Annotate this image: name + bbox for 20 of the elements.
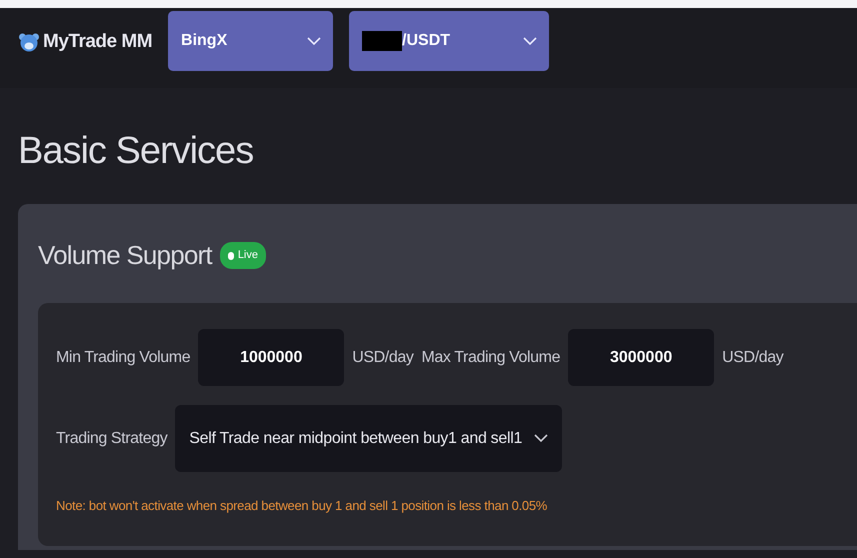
chevron-icon [534, 434, 548, 443]
unit-label: USD/day [722, 348, 784, 368]
logo-icon [18, 31, 40, 53]
card-title: Volume Support [38, 239, 212, 272]
field-label: Trading Strategy [56, 428, 168, 448]
chevron-icon [307, 36, 322, 46]
strategy-select[interactable]: Self Trade near midpoint between buy1 and sell1 [175, 405, 562, 472]
volume-input[interactable]: 1000000 [198, 329, 344, 386]
volume-input[interactable]: 3000000 [568, 329, 714, 386]
note-text: Note: bot won't activate when spread between buy 1 and sell 1 position is less than 0.05% [56, 497, 548, 515]
status-badge: Live [220, 242, 266, 269]
field-label: Min Trading Volume [56, 348, 190, 368]
chevron-icon [523, 36, 538, 46]
redaction-mark [362, 31, 402, 51]
page-title: Basic Services [18, 132, 254, 170]
brand-name: MyTrade MM [43, 30, 152, 54]
dropdown-select[interactable]: /USDT [349, 11, 550, 71]
unit-label: USD/day [352, 348, 414, 368]
field-label: Max Trading Volume [421, 348, 560, 368]
dropdown-select[interactable]: BingX [168, 11, 334, 71]
